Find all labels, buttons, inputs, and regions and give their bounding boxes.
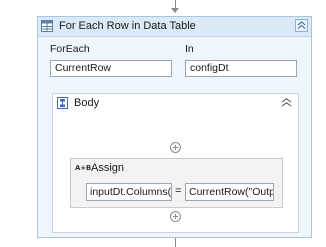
collapse-icon[interactable] — [281, 98, 292, 107]
assign-operator: = — [175, 185, 182, 197]
assign-activity[interactable]: A+B Assign inputDt.Columns(C = CurrentRo… — [70, 158, 283, 208]
activity-header[interactable]: For Each Row in Data Table — [38, 17, 311, 37]
activity-title: For Each Row in Data Table — [59, 20, 196, 32]
in-label: In — [185, 43, 194, 55]
body-header[interactable]: Body — [53, 94, 298, 112]
connector-line-bottom — [175, 238, 176, 247]
sequence-icon — [57, 97, 68, 109]
designer-canvas: For Each Row in Data Table ForEach Curre… — [0, 0, 326, 247]
in-datatable-input[interactable]: configDt — [185, 60, 297, 77]
connector-arrow — [171, 8, 179, 13]
add-icon[interactable] — [170, 142, 181, 153]
assign-to-input[interactable]: inputDt.Columns(C — [86, 183, 172, 201]
collapse-icon[interactable] — [295, 19, 308, 32]
table-icon — [41, 20, 53, 32]
foreach-variable-input[interactable]: CurrentRow — [50, 60, 172, 77]
assign-title: Assign — [91, 162, 125, 174]
assign-icon: A+B — [75, 164, 92, 172]
assign-value-input[interactable]: CurrentRow("Outpu — [185, 183, 274, 201]
body-title: Body — [74, 97, 100, 109]
body-sequence[interactable]: Body A+B Assign inputDt.Columns(C = Curr… — [52, 93, 299, 233]
foreach-label: ForEach — [50, 43, 90, 55]
add-icon[interactable] — [170, 211, 181, 222]
for-each-row-activity[interactable]: For Each Row in Data Table ForEach Curre… — [37, 16, 312, 238]
